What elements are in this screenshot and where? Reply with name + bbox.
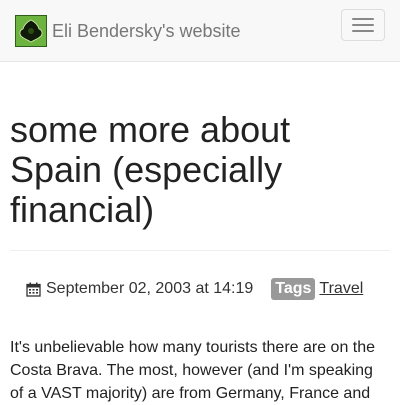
content-container: some more about Spain (especially financ… bbox=[0, 110, 400, 405]
title-divider bbox=[10, 250, 390, 251]
hamburger-menu-bar bbox=[352, 24, 374, 26]
hamburger-menu-bar bbox=[352, 30, 374, 32]
brand-title: Eli Bendersky's website bbox=[52, 21, 241, 41]
post-date: September 02, 2003 at 14:19 bbox=[46, 280, 254, 297]
tag-link-travel[interactable]: Travel bbox=[319, 280, 363, 298]
hamburger-menu-button[interactable] bbox=[341, 9, 385, 41]
tags-badge: Tags bbox=[271, 278, 316, 300]
brand-link[interactable]: Eli Bendersky's website bbox=[15, 15, 241, 47]
hamburger-menu-icon bbox=[352, 18, 374, 20]
fractal-logo-icon bbox=[15, 15, 47, 47]
navbar: Eli Bendersky's website bbox=[0, 0, 400, 62]
post-body: It's unbelievable how many tourists ther… bbox=[10, 339, 376, 402]
page-title: some more about Spain (especially financ… bbox=[10, 109, 291, 230]
calendar-icon bbox=[26, 282, 41, 297]
post-meta: September 02, 2003 at 14:19 Tags Travel bbox=[26, 278, 390, 300]
